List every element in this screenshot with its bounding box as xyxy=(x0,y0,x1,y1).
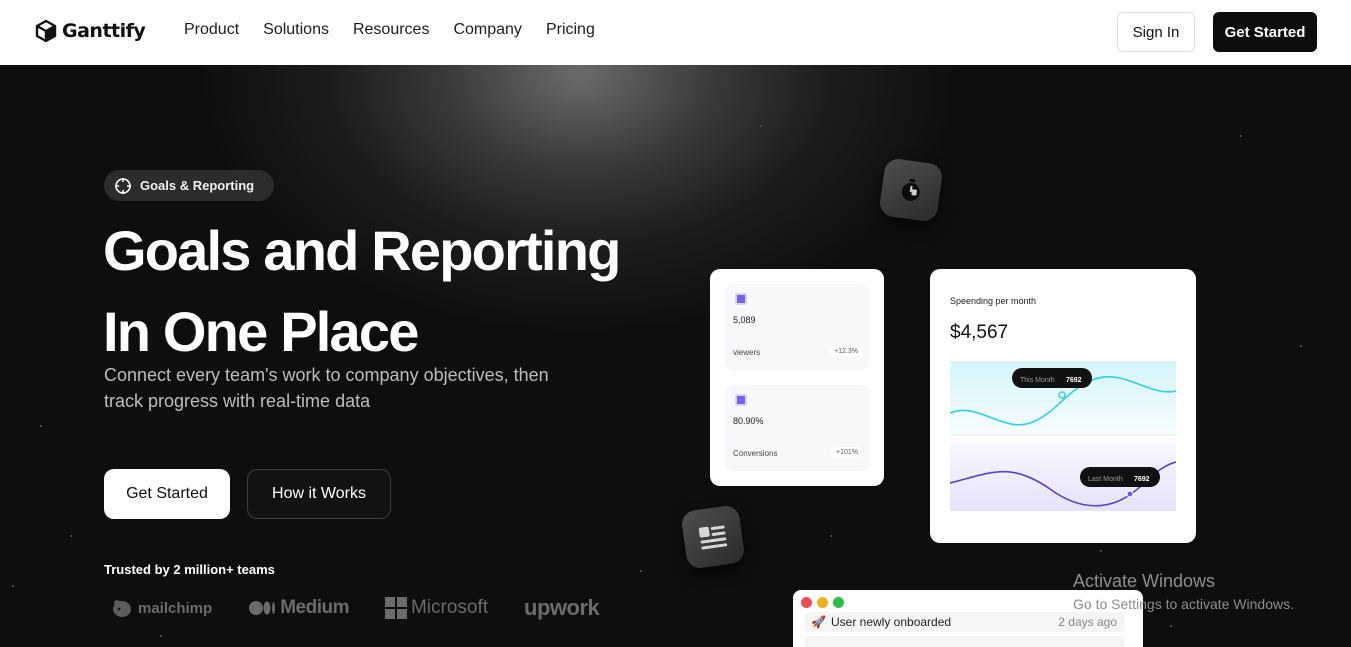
stat-value: 80.90% xyxy=(733,416,764,426)
hero-section: Goals & Reporting Goals and Reporting In… xyxy=(0,65,1351,647)
medium-label: Medium xyxy=(280,597,349,618)
brand-logo[interactable]: Ganttify xyxy=(34,19,146,43)
activate-windows-watermark: Activate Windows Go to Settings to activ… xyxy=(1073,571,1294,612)
upwork-logo: upwork xyxy=(524,595,600,621)
upwork-label: upwork xyxy=(524,595,600,620)
rocket-icon: 🚀 xyxy=(811,615,826,629)
microsoft-icon xyxy=(384,597,407,619)
trusted-by-text: Trusted by 2 million+ teams xyxy=(104,562,275,577)
nav-get-started-button[interactable]: Get Started xyxy=(1213,12,1317,52)
document-list-icon xyxy=(680,504,746,570)
brand-logos: mailchimp Medium Microsoft upwork xyxy=(110,595,600,621)
activate-title: Activate Windows xyxy=(1073,571,1216,591)
nav-link-resources[interactable]: Resources xyxy=(353,21,429,39)
mailchimp-label: mailchimp xyxy=(138,599,213,617)
brand-name: Ganttify xyxy=(62,20,146,42)
minimize-dot-icon[interactable] xyxy=(817,597,828,608)
how-it-works-button[interactable]: How it Works xyxy=(247,469,391,519)
stats-card: 5,089 viewers +12.3% 80.90% Conversions … xyxy=(710,269,884,486)
last-month-point xyxy=(1126,490,1134,498)
this-month-label: This Month xyxy=(1020,377,1055,384)
stat-marker-icon xyxy=(735,394,747,406)
top-navbar: Ganttify Product Solutions Resources Com… xyxy=(0,0,1351,65)
medium-icon xyxy=(249,601,276,615)
hero-get-started-button[interactable]: Get Started xyxy=(104,469,230,519)
spending-amount: $4,567 xyxy=(950,322,1009,343)
spending-title: Speending per month xyxy=(950,296,1037,306)
mailchimp-icon xyxy=(113,600,131,617)
goals-reporting-badge: Goals & Reporting xyxy=(104,170,275,201)
hero-subtext: Connect every team's work to company obj… xyxy=(104,365,549,411)
nav-link-company[interactable]: Company xyxy=(453,21,521,39)
window-controls xyxy=(801,597,844,608)
this-month-value: 7692 xyxy=(1066,377,1082,384)
headline-line-2: In One Place xyxy=(103,300,419,363)
badge-label: Goals & Reporting xyxy=(140,178,255,193)
notification-item[interactable]: 🚀 User newly onboarded 2 days ago xyxy=(805,612,1125,632)
nav-link-solutions[interactable]: Solutions xyxy=(263,21,329,39)
hero-headline: Goals and Reporting In One Place xyxy=(103,210,663,372)
spending-card: Speending per month $4,567 This Month 76… xyxy=(930,269,1196,543)
microsoft-label: Microsoft xyxy=(410,597,489,618)
notification-time: 2 days ago xyxy=(1058,615,1117,629)
headline-line-1: Goals and Reporting xyxy=(103,219,621,282)
nav-links: Product Solutions Resources Company Pric… xyxy=(184,21,595,39)
stat-viewers: 5,089 viewers +12.3% xyxy=(725,284,869,370)
last-month-label: Last Month xyxy=(1088,476,1123,483)
stat-label: Conversions xyxy=(733,449,778,458)
crosshair-icon xyxy=(115,177,131,194)
this-month-point xyxy=(1058,391,1066,399)
notification-text: User newly onboarded xyxy=(831,615,952,629)
activate-subtitle: Go to Settings to activate Windows. xyxy=(1073,596,1294,612)
stat-label: viewers xyxy=(733,348,761,357)
stat-marker-icon xyxy=(735,293,747,305)
stopwatch-icon xyxy=(878,157,944,223)
stat-conversions: 80.90% Conversions +101% xyxy=(725,385,869,471)
stat-value: 5,089 xyxy=(733,315,756,325)
stat-change-badge: +12.3% xyxy=(829,346,863,357)
close-dot-icon[interactable] xyxy=(801,597,812,608)
mailchimp-logo: mailchimp xyxy=(110,597,212,619)
nav-link-product[interactable]: Product xyxy=(184,21,239,39)
medium-logo: Medium xyxy=(248,597,349,619)
microsoft-logo: Microsoft xyxy=(384,597,489,619)
cube-logo-icon xyxy=(35,19,57,43)
sign-in-button[interactable]: Sign In xyxy=(1117,12,1195,52)
stat-change-badge: +101% xyxy=(831,447,863,458)
last-month-value: 7692 xyxy=(1134,476,1150,483)
maximize-dot-icon[interactable] xyxy=(833,597,844,608)
nav-link-pricing[interactable]: Pricing xyxy=(546,21,595,39)
notification-item-partial[interactable] xyxy=(805,636,1125,647)
spending-chart: This Month 7692 Last Month 7692 xyxy=(950,361,1176,511)
